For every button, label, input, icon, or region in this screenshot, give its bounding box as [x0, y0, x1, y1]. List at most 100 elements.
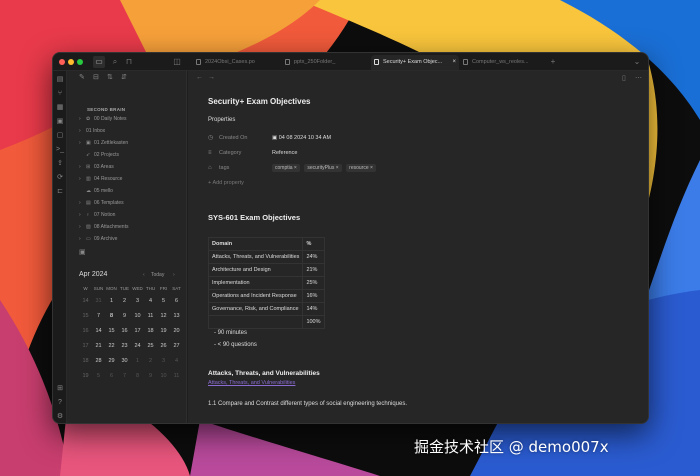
calendar-day[interactable]: 19	[157, 325, 170, 337]
tag-pill[interactable]: resource ×	[346, 164, 376, 172]
calendar-day[interactable]: 10	[131, 310, 144, 322]
graph-view-icon[interactable]: ⑂	[56, 90, 64, 98]
command-palette-icon[interactable]: >_	[56, 146, 64, 154]
folder-item[interactable]: › 01 Inbox	[79, 127, 105, 136]
calendar-day[interactable]: 17	[131, 325, 144, 337]
folder-item[interactable]: › ▭ 09 Archive	[79, 235, 117, 244]
folder-item[interactable]: ☁ 05 mello	[79, 187, 113, 196]
chevron-down-icon[interactable]: ⌄	[631, 56, 643, 68]
sync-icon[interactable]: ⟳	[56, 174, 64, 182]
calendar-day[interactable]: 28	[92, 355, 105, 367]
calendar-day[interactable]: 22	[105, 340, 118, 352]
folder-item[interactable]: › ⊞ 03 Areas	[79, 163, 114, 172]
tag-pill[interactable]: comptia ×	[272, 164, 300, 172]
calendar-day[interactable]: 26	[157, 340, 170, 352]
folder-item[interactable]: › ✿ 00 Daily Notes	[79, 115, 127, 124]
folder-item[interactable]: › ♀ 07 Notion	[79, 211, 115, 220]
canvas-icon[interactable]: ▦	[56, 104, 64, 112]
calendar-day[interactable]: 16	[118, 325, 131, 337]
property-tags[interactable]: ⌂ tags comptia × securityPlus × resource…	[208, 163, 628, 174]
minimize-window-button[interactable]	[68, 59, 74, 65]
property-value[interactable]: ▣ 04 08 2024 10 34 AM	[272, 133, 331, 144]
property-created[interactable]: ◷ Created On ▣ 04 08 2024 10 34 AM	[208, 133, 628, 144]
calendar-day[interactable]: 8	[131, 370, 144, 382]
folder-item[interactable]: › ▣ 01 Zettlekasten	[79, 139, 128, 148]
calendar-day[interactable]: 24	[131, 340, 144, 352]
templates-icon[interactable]: ▢	[56, 132, 64, 140]
chevron-left-icon[interactable]: ‹	[143, 272, 145, 278]
calendar-day[interactable]: 29	[105, 355, 118, 367]
internal-link[interactable]: Attacks, Threats, and Vulnerabilities	[208, 380, 295, 386]
tag-pill[interactable]: securityPlus ×	[304, 164, 342, 172]
calendar-icon[interactable]: ▣	[56, 118, 64, 126]
calendar-day[interactable]: 23	[118, 340, 131, 352]
tab-active[interactable]: Security+ Exam Objec... ×	[371, 55, 459, 70]
sort-icon[interactable]: ⇅	[107, 74, 115, 82]
calendar-day[interactable]: 7	[118, 370, 131, 382]
calendar-day[interactable]: 20	[170, 325, 183, 337]
calendar-day[interactable]: 9	[118, 310, 131, 322]
new-folder-icon[interactable]: ⊟	[93, 74, 101, 82]
vault-switcher-icon[interactable]: ⊞	[56, 385, 64, 393]
folder-item[interactable]: ➶ 02 Projects	[79, 151, 119, 160]
calendar-day[interactable]: 25	[144, 340, 157, 352]
calendar-day[interactable]: 15	[105, 325, 118, 337]
publish-icon[interactable]: ⇪	[56, 160, 64, 168]
calendar-day[interactable]: 3	[157, 355, 170, 367]
close-tab-icon[interactable]: ×	[452, 55, 456, 70]
today-button[interactable]: Today	[151, 272, 164, 278]
zoom-window-button[interactable]	[77, 59, 83, 65]
calendar-day[interactable]: 11	[170, 370, 183, 382]
calendar-day[interactable]: 1	[131, 355, 144, 367]
terminal-icon[interactable]: ⊏	[56, 188, 64, 196]
calendar-day[interactable]: 5	[92, 370, 105, 382]
calendar-day[interactable]: 6	[105, 370, 118, 382]
calendar-day[interactable]: 9	[144, 370, 157, 382]
calendar-day[interactable]: 14	[92, 325, 105, 337]
calendar-icon[interactable]: ▣	[79, 249, 87, 257]
calendar-day[interactable]: 18	[144, 325, 157, 337]
reading-view-icon[interactable]: ▯	[622, 74, 626, 82]
tab-1[interactable]: 2024Obsi_Cases.po	[193, 55, 281, 70]
calendar-day[interactable]: 3	[131, 295, 144, 307]
settings-icon[interactable]: ⚙	[56, 413, 64, 421]
tab-2[interactable]: pptx_250Folder_	[282, 55, 370, 70]
calendar-day[interactable]: 1	[105, 295, 118, 307]
bookmark-icon[interactable]: ⊓	[123, 56, 135, 68]
calendar-day[interactable]: 2	[144, 355, 157, 367]
calendar-day[interactable]: 11	[144, 310, 157, 322]
add-property-button[interactable]: + Add property	[208, 180, 244, 186]
help-icon[interactable]: ?	[56, 399, 64, 407]
calendar-day[interactable]: 10	[157, 370, 170, 382]
back-arrow-icon[interactable]: ←	[196, 74, 203, 81]
folder-item[interactable]: › ▨ 08 Attachments	[79, 223, 128, 232]
new-tab-icon[interactable]: +	[547, 56, 559, 68]
calendar-day[interactable]: 30	[118, 355, 131, 367]
calendar-day[interactable]: 4	[170, 355, 183, 367]
search-icon[interactable]: ⌕	[109, 56, 121, 68]
calendar-day[interactable]: 7	[92, 310, 105, 322]
calendar-day[interactable]: 6	[170, 295, 183, 307]
sidebar-toggle-icon[interactable]: ◫	[171, 56, 183, 68]
close-window-button[interactable]	[59, 59, 65, 65]
calendar-day[interactable]: 21	[92, 340, 105, 352]
calendar-day[interactable]: 12	[157, 310, 170, 322]
calendar-day[interactable]: 4	[144, 295, 157, 307]
file-explorer-icon[interactable]: ▤	[56, 76, 64, 84]
folder-item[interactable]: › ▥ 04 Resource	[79, 175, 122, 184]
calendar-day[interactable]: 13	[170, 310, 183, 322]
property-category[interactable]: ≡ Category Reference	[208, 148, 628, 159]
calendar-day[interactable]: 31	[92, 295, 105, 307]
chevron-right-icon[interactable]: ›	[173, 272, 175, 278]
tab-4[interactable]: Computer_ws_reoles...	[460, 55, 548, 70]
property-value[interactable]: Reference	[272, 148, 297, 159]
forward-arrow-icon[interactable]: →	[208, 74, 215, 81]
calendar-day[interactable]: 2	[118, 295, 131, 307]
calendar-day[interactable]: 27	[170, 340, 183, 352]
more-options-icon[interactable]: ⋯	[635, 74, 642, 82]
folder-icon[interactable]: ▭	[93, 56, 105, 68]
folder-item[interactable]: › ▤ 06 Templates	[79, 199, 124, 208]
calendar-day[interactable]: 8	[105, 310, 118, 322]
calendar-day[interactable]: 5	[157, 295, 170, 307]
new-note-icon[interactable]: ✎	[79, 74, 87, 82]
